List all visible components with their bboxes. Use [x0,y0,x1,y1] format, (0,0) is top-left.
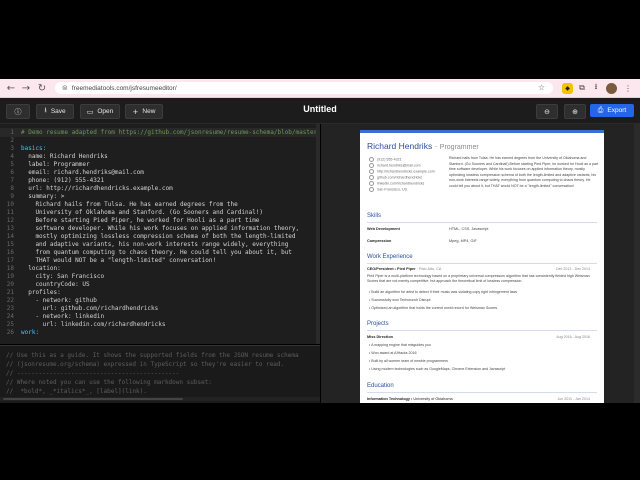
linkedin-icon [369,181,374,186]
contact-email[interactable]: richard.hendriks@mail.com [369,163,421,168]
project-dates: Aug 2016 - Aug 2016 [556,335,590,339]
education-institution: University of Oklahoma [413,397,453,401]
contact-url[interactable]: http://richardhendricks.example.com [369,169,435,174]
reload-icon[interactable]: ↻ [34,80,50,96]
skill-keywords: HTML, CSS, Javascript [449,227,489,231]
location-icon [369,187,374,192]
work-summary: Pied Piper is a multi-platform technolog… [367,274,590,284]
zoom-out-icon: ⊖ [544,107,550,116]
back-icon[interactable]: ← [3,80,19,96]
work-company: Pied Piper [397,267,416,271]
work-dates: Dec 2013 - Dec 2014 [556,267,590,271]
hint-text: // Use this as a guide. It shows the sup… [6,352,299,359]
education-rule [367,392,597,393]
resume-summary: Richard hails from Tulsa. He has earned … [449,156,599,188]
project-name: Miss Direction [367,335,393,339]
hint-line: // Use this as a guide. It shows the sup… [0,351,320,360]
zoom-in-icon: ⊕ [572,107,578,116]
github-icon [369,175,374,180]
hint-scrollbar-thumb[interactable] [3,398,183,400]
skill-name: Compression [367,239,392,243]
document-title: Untitled [303,104,337,114]
work-location: Palo Alto, CA [419,267,442,271]
phone-icon [369,157,374,162]
resume-header: Richard Hendriks · Programmer [367,141,479,151]
skill-keywords: Mpeg, MP4, GIF [449,239,477,243]
education-heading: Education [367,383,394,389]
letterbox-top [0,0,640,79]
bookmark-star-icon[interactable]: ☆ [538,83,545,92]
open-button[interactable]: ▭ Open [80,104,120,119]
site-info-icon[interactable]: ⊜ [62,84,68,92]
contact-phone: (912) 555-4321 [369,157,402,162]
email-icon [369,163,374,168]
schema-hint-panel[interactable]: // Use this as a guide. It shows the sup… [0,345,320,404]
work-highlight: • Optimized an algorithm that holds the … [369,306,498,310]
extension-icon[interactable]: ◆ [562,83,573,94]
skill-name: Web Development [367,227,400,231]
projects-rule [367,330,597,331]
address-url: freemediatools.com/jsfresumeeditor/ [71,84,177,92]
new-button[interactable]: + New [125,104,163,119]
forward-icon[interactable]: → [18,80,34,96]
hint-line: // -------------------------------------… [0,369,320,378]
yaml-editor[interactable]: 1 # Demo resume adapted from https://gith… [0,124,320,344]
resume-page: Richard Hendriks · Programmer (912) 555-… [360,130,604,406]
education-line: Information Technology • University of O… [367,397,453,401]
resume-label: Programmer [439,144,479,151]
education-dates: Jun 2011 - Jan 2014 [557,397,590,401]
downloads-icon[interactable]: ⭳ [589,81,603,95]
zoom-out-button[interactable]: ⊖ [536,104,558,119]
link-icon [369,169,374,174]
hint-text: // *bold*, _*italics*_, [label](link). [6,388,147,395]
line-number: 26 [6,329,14,336]
save-button[interactable]: ⭳ Save [36,104,74,119]
hint-text: // -------------------------------------… [6,370,180,377]
hint-line: // *bold*, _*italics*_, [label](link). [0,387,320,396]
editor-line[interactable]: 26 work: [0,328,320,337]
line-code: work: [21,329,40,336]
plus-icon: + [132,107,139,116]
editor-scrollbar[interactable] [316,124,320,344]
info-button[interactable]: ⓘ [6,104,30,119]
profile-avatar[interactable] [606,83,617,94]
project-highlight: • A mapping engine that misguides you [369,343,431,347]
new-label: New [142,108,156,115]
hint-line: // Where noted you can use the following… [0,378,320,387]
hint-text: // (jsonresume.org/schema) expressed in … [6,361,285,368]
skills-heading: Skills [367,213,382,219]
projects-heading: Projects [367,321,389,327]
download-icon: ⭳ [44,106,47,114]
work-rule [367,263,597,264]
browser-menu-icon[interactable]: ⋮ [621,81,635,95]
folder-icon: ▭ [86,107,94,116]
hint-text: // Where noted you can use the following… [6,379,212,386]
open-label: Open [97,108,114,115]
hint-line: // (jsonresume.org/schema) expressed in … [0,360,320,369]
project-highlight: • Won award at AIHacks 2016 [369,351,417,355]
preview-scrollbar[interactable] [634,124,640,403]
education-area: Information Technology [367,397,410,401]
extensions-puzzle-icon[interactable]: ⧉ [575,81,589,95]
resume-name: Richard Hendriks [367,141,433,151]
zoom-in-button[interactable]: ⊕ [564,104,586,119]
work-heading: Work Experience [367,254,413,260]
address-bar[interactable]: ⊜ freemediatools.com/jsfresumeeditor/ ☆ [55,82,553,94]
skills-rule [367,222,597,223]
contact-location: San Francisco, US [369,187,407,192]
export-label: Export [607,107,627,114]
project-highlight: • Built by all women team of newbie prog… [369,359,448,363]
work-highlight: • Successfully won Techcrunch Disrupt [369,298,431,302]
contact-github[interactable]: github.com/richardhendricks [369,175,422,180]
work-highlight: • Build an algorithm for artist to detec… [369,290,518,294]
contact-linkedin[interactable]: linkedin.com/richardhendricks [369,181,424,186]
work-title-line: CEO/President • Pied Piper · Palo Alto, … [367,267,442,271]
info-icon: ⓘ [14,107,22,116]
work-position: CEO/President [367,267,394,271]
project-highlight: • Using modern technologies such as Goog… [369,367,506,371]
export-button[interactable]: ⎙ Export [590,104,634,117]
save-label: Save [50,108,66,115]
letterbox-bottom [0,403,640,480]
export-icon: ⎙ [597,106,604,114]
